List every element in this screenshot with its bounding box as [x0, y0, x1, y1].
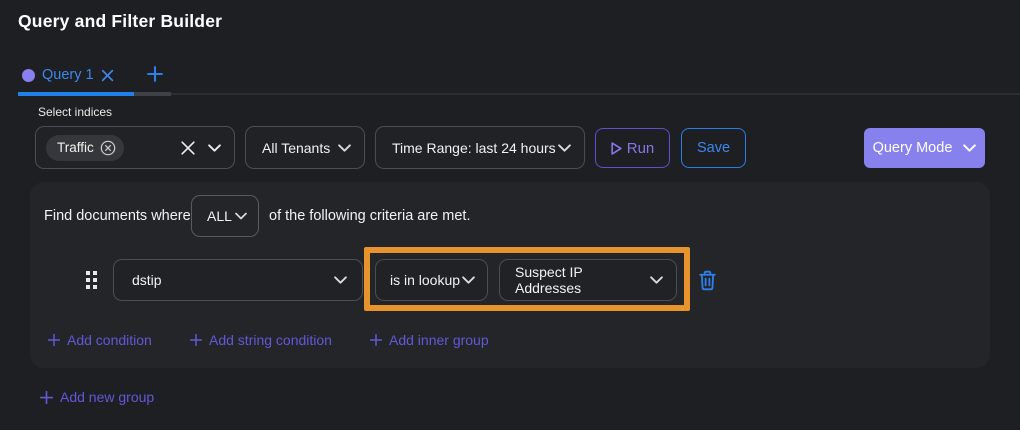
tab-status-dot [22, 69, 35, 82]
condition-value-dropdown[interactable]: Suspect IP Addresses [499, 259, 677, 301]
plus-icon [370, 334, 382, 346]
plus-icon [40, 391, 53, 404]
time-range-value: Time Range: last 24 hours [392, 140, 556, 156]
indices-chip-traffic[interactable]: Traffic [46, 135, 124, 161]
play-icon [611, 142, 622, 155]
chevron-down-icon [462, 276, 475, 284]
chevron-down-icon[interactable] [208, 144, 221, 152]
tenant-selector-value: All Tenants [262, 140, 330, 156]
criteria-tail-text: of the following criteria are met. [269, 208, 470, 224]
add-tab-button[interactable] [138, 58, 172, 90]
select-indices-label: Select indices [38, 105, 112, 119]
query-mode-button[interactable]: Query Mode [864, 128, 985, 168]
condition-value: Suspect IP Addresses [515, 264, 650, 296]
add-condition-button[interactable]: Add condition [48, 332, 152, 348]
query-mode-label: Query Mode [873, 140, 953, 156]
save-label: Save [697, 140, 730, 156]
condition-operator-value: is in lookup [390, 272, 460, 288]
plus-icon [190, 334, 202, 346]
add-string-condition-button[interactable]: Add string condition [190, 332, 332, 348]
tab-close-icon[interactable] [101, 69, 114, 82]
trash-icon [698, 270, 717, 291]
indices-combobox[interactable]: Traffic [35, 126, 235, 169]
add-condition-label: Add condition [67, 332, 152, 348]
criteria-lead-text: Find documents where [44, 208, 191, 224]
add-inner-group-button[interactable]: Add inner group [370, 332, 489, 348]
page-title: Query and Filter Builder [18, 11, 222, 32]
tab-label: Query 1 [42, 67, 94, 83]
add-string-condition-label: Add string condition [209, 332, 332, 348]
chevron-down-icon [334, 276, 347, 284]
add-new-group-button[interactable]: Add new group [40, 389, 154, 405]
run-button[interactable]: Run [595, 128, 670, 168]
clear-icon[interactable] [181, 141, 195, 155]
run-label: Run [627, 140, 655, 157]
active-tab-underline [18, 92, 134, 96]
condition-operator-dropdown[interactable]: is in lookup [375, 259, 488, 301]
add-new-group-label: Add new group [60, 389, 154, 405]
match-operator-dropdown[interactable]: ALL [191, 195, 259, 237]
match-operator-value: ALL [207, 208, 232, 224]
time-range-selector[interactable]: Time Range: last 24 hours [375, 126, 585, 169]
plus-icon [147, 66, 163, 82]
condition-field-dropdown[interactable]: dstip [113, 259, 363, 301]
tab-query-1[interactable]: Query 1 [18, 60, 118, 90]
plus-icon [48, 334, 60, 346]
add-inner-group-label: Add inner group [389, 332, 489, 348]
chip-remove-icon[interactable] [100, 140, 116, 156]
chevron-down-icon [963, 144, 976, 152]
condition-field-value: dstip [132, 272, 162, 288]
add-tab-underline [134, 92, 171, 96]
chevron-down-icon [558, 144, 571, 152]
drag-handle-icon[interactable] [86, 271, 97, 289]
chip-label: Traffic [57, 140, 94, 155]
chevron-down-icon [235, 212, 247, 220]
chevron-down-icon [650, 276, 663, 284]
tenant-selector[interactable]: All Tenants [245, 126, 365, 169]
delete-condition-button[interactable] [698, 270, 717, 291]
chevron-down-icon [338, 144, 351, 152]
save-button[interactable]: Save [681, 128, 746, 168]
